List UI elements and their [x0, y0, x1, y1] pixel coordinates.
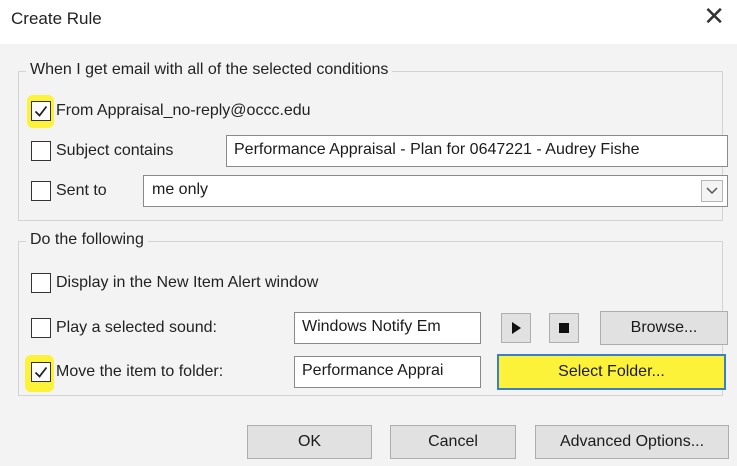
condition-subject-row: Subject contains	[31, 141, 173, 161]
action-sound-row: Play a selected sound:	[31, 318, 217, 338]
sent-to-value: me only	[152, 181, 209, 198]
subject-label: Subject contains	[56, 142, 174, 159]
sound-checkbox[interactable]	[31, 318, 51, 338]
condition-sent-to-row: Sent to	[31, 181, 107, 201]
action-alert-row: Display in the New Item Alert window	[31, 273, 318, 293]
sent-to-label: Sent to	[56, 182, 107, 199]
checkmark-icon	[34, 366, 48, 378]
browse-button[interactable]: Browse...	[600, 311, 728, 345]
action-move-row: Move the item to folder:	[31, 362, 223, 382]
play-sound-button[interactable]	[501, 313, 531, 343]
actions-legend: Do the following	[26, 231, 148, 249]
from-label: From Appraisal_no-reply@occc.edu	[56, 102, 311, 119]
stop-icon	[559, 323, 569, 333]
close-icon[interactable]: ✕	[703, 4, 725, 30]
condition-from-row: From Appraisal_no-reply@occc.edu	[31, 101, 311, 121]
create-rule-dialog: Create Rule ✕ When I get email with all …	[0, 0, 737, 466]
sent-to-select[interactable]: me only	[143, 175, 728, 207]
title-bar: Create Rule ✕	[0, 0, 737, 44]
select-folder-button[interactable]: Select Folder...	[497, 354, 726, 390]
move-checkbox[interactable]	[31, 362, 51, 382]
dialog-title: Create Rule	[11, 9, 102, 28]
conditions-legend: When I get email with all of the selecte…	[26, 61, 393, 79]
subject-checkbox[interactable]	[31, 141, 51, 161]
advanced-options-button[interactable]: Advanced Options...	[535, 425, 729, 459]
chevron-down-icon[interactable]	[701, 180, 723, 202]
alert-checkbox[interactable]	[31, 273, 51, 293]
ok-button[interactable]: OK	[247, 425, 372, 459]
play-icon	[512, 322, 521, 334]
move-label: Move the item to folder:	[56, 363, 224, 380]
alert-label: Display in the New Item Alert window	[56, 274, 319, 291]
subject-field[interactable]: Performance Appraisal - Plan for 0647221…	[226, 135, 728, 167]
sound-field[interactable]: Windows Notify Em	[294, 312, 481, 344]
sent-to-checkbox[interactable]	[31, 181, 51, 201]
folder-field[interactable]: Performance Apprai	[294, 356, 481, 388]
from-checkbox[interactable]	[31, 101, 51, 121]
cancel-button[interactable]: Cancel	[390, 425, 516, 459]
sound-label: Play a selected sound:	[56, 319, 217, 336]
stop-sound-button[interactable]	[549, 313, 579, 343]
checkmark-icon	[34, 105, 48, 117]
